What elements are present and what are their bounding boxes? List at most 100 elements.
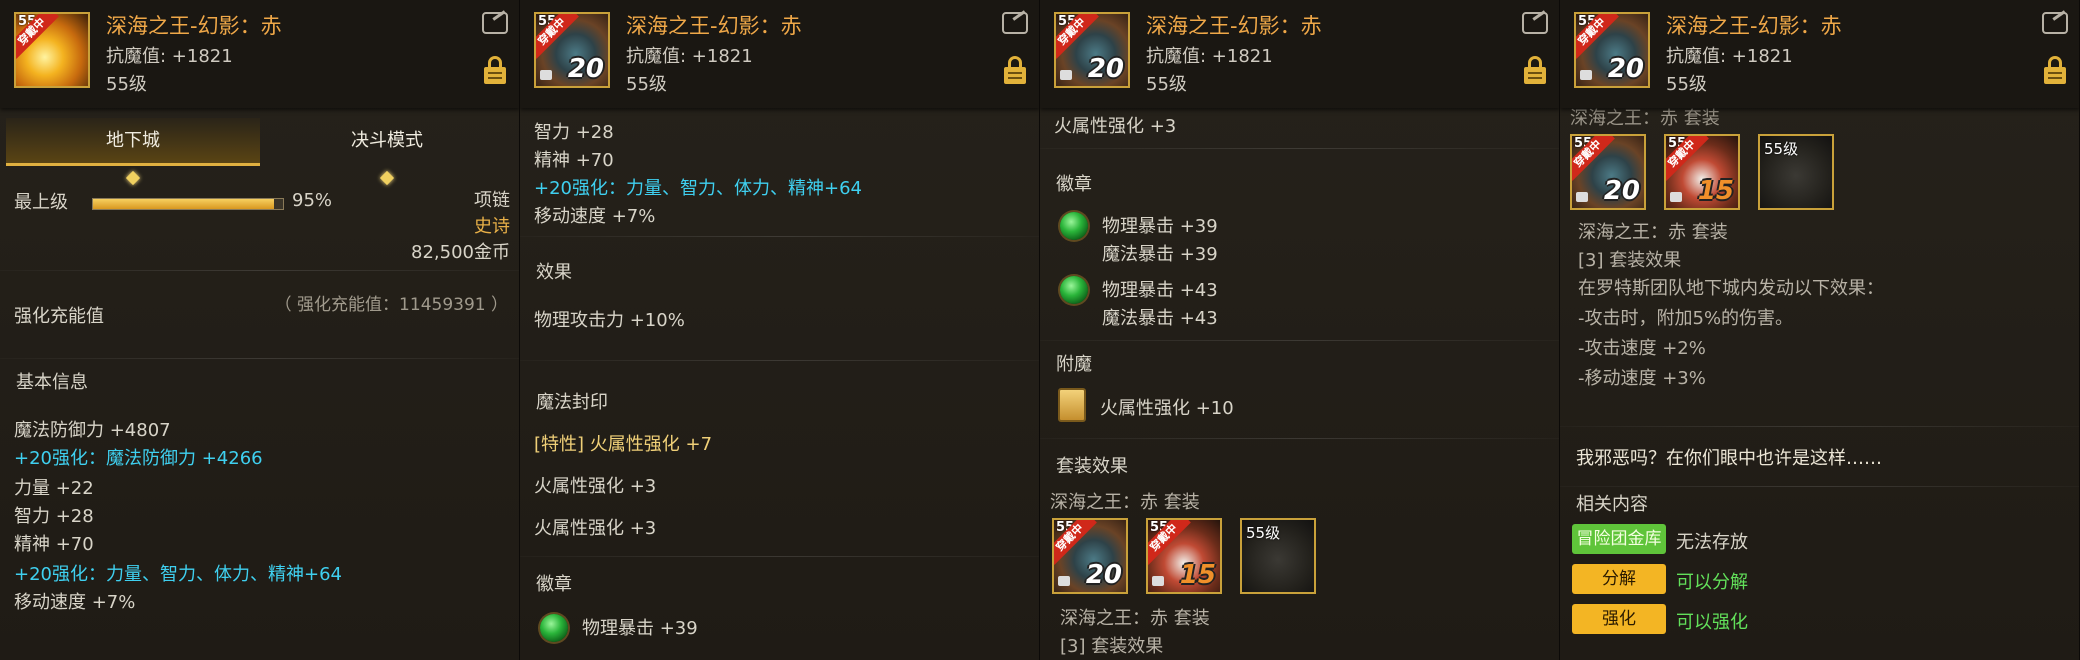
item-lock-icon	[1580, 70, 1592, 80]
card-icon	[1058, 388, 1086, 422]
item-header: 55 穿戴中 20 深海之王-幻影：赤 抗魔值: +1821 55级	[1560, 0, 2079, 108]
divider	[0, 358, 519, 359]
set-slot-item[interactable]: 55级	[1758, 134, 1834, 210]
basic-info-title: 基本信息	[16, 372, 88, 393]
divider	[1560, 486, 2079, 487]
grade-progress-bar	[92, 198, 284, 210]
guild-vault-text: 无法存放	[1676, 532, 1748, 553]
stat-line: +20强化：力量、智力、体力、精神+64	[14, 564, 342, 585]
divider	[1040, 148, 1559, 149]
panel-4: 55 穿戴中 20 深海之王-幻影：赤 抗魔值: +1821 55级 深海之王：…	[1560, 0, 2080, 660]
divider	[0, 270, 519, 271]
item-level: 55级	[106, 74, 147, 95]
set-effect-line: -攻击速度 +2%	[1578, 338, 1706, 359]
set-slot-item[interactable]: 55 穿戴中 20	[1052, 518, 1128, 594]
tab-marker-icon	[379, 170, 395, 186]
item-header: 55 穿戴中 深海之王-幻影：赤 抗魔值: +1821 55级	[0, 0, 519, 108]
reinforce-tag[interactable]: 强化	[1572, 604, 1666, 634]
reinforce-level: 15	[1697, 176, 1734, 206]
item-icon[interactable]: 55 穿戴中 20	[1054, 12, 1130, 88]
lock-icon[interactable]	[1524, 56, 1546, 84]
set-slot-item[interactable]: 55级	[1240, 518, 1316, 594]
emblem-title: 徽章	[1056, 174, 1092, 195]
effect-title: 效果	[536, 262, 572, 283]
grade-progress-fill	[93, 199, 274, 209]
reinforce-text: 可以强化	[1676, 612, 1748, 633]
reinforce-level: 15	[1179, 560, 1216, 590]
item-title: 深海之王-幻影：赤	[626, 14, 802, 38]
stat-line: 移动速度 +7%	[14, 592, 136, 613]
charge-title: 强化充能值	[14, 306, 104, 327]
reinforce-level: 20	[1607, 54, 1644, 84]
anti-magic-value: 抗魔值: +1821	[626, 46, 753, 67]
grade-percent: 95%	[292, 190, 333, 211]
enchant-title: 附魔	[1056, 354, 1092, 375]
seal-line: 火属性强化 +3	[534, 476, 657, 497]
item-level: 55级	[626, 74, 667, 95]
emblem-line: 魔法暴击 +39	[1102, 244, 1218, 265]
disassemble-text: 可以分解	[1676, 572, 1748, 593]
seal-line: 火属性强化 +3	[534, 518, 657, 539]
lock-icon[interactable]	[2044, 56, 2066, 84]
enchant-line: 火属性强化 +10	[1100, 398, 1234, 419]
item-lock-icon	[1152, 576, 1164, 586]
stat-line: +20强化：力量、智力、体力、精神+64	[534, 178, 862, 199]
item-header: 55 穿戴中 20 深海之王-幻影：赤 抗魔值: +1821 55级	[520, 0, 1039, 108]
gem-icon	[1060, 276, 1088, 304]
set-name: 深海之王：赤 套装	[1578, 222, 1728, 243]
share-icon[interactable]	[482, 12, 508, 34]
slot-type: 项链	[474, 190, 510, 211]
tab-dungeon[interactable]: 地下城	[6, 118, 260, 166]
divider	[1040, 340, 1559, 341]
guild-vault-tag: 冒险团金库	[1572, 524, 1666, 554]
item-lock-icon	[1670, 192, 1682, 202]
divider	[520, 236, 1039, 237]
reinforce-level: 20	[1087, 54, 1124, 84]
item-icon[interactable]: 55 穿戴中 20	[1574, 12, 1650, 88]
stat-line: 精神 +70	[534, 150, 614, 171]
gem-icon	[540, 614, 568, 642]
set-title: 套装效果	[1056, 456, 1128, 477]
item-title: 深海之王-幻影：赤	[1666, 14, 1842, 38]
anti-magic-value: 抗魔值: +1821	[1146, 46, 1273, 67]
set-slot-item[interactable]: 55 穿戴中 15	[1664, 134, 1740, 210]
lock-icon[interactable]	[1004, 56, 1026, 84]
lock-icon[interactable]	[484, 56, 506, 84]
set-effect-line: -移动速度 +3%	[1578, 368, 1706, 389]
item-icon[interactable]: 55 穿戴中 20	[534, 12, 610, 88]
item-title: 深海之王-幻影：赤	[106, 14, 282, 38]
mode-tabs: 地下城 决斗模式	[6, 118, 514, 186]
anti-magic-value: 抗魔值: +1821	[106, 46, 233, 67]
reinforce-level: 20	[567, 54, 604, 84]
stat-line: 精神 +70	[14, 534, 94, 555]
effect-line: 物理攻击力 +10%	[534, 310, 685, 331]
grade-label: 最上级	[14, 192, 68, 213]
related-title: 相关内容	[1576, 494, 1648, 515]
item-level: 55级	[1666, 74, 1707, 95]
share-icon[interactable]	[1002, 12, 1028, 34]
seal-line: 火属性强化 +3	[1054, 116, 1177, 137]
disassemble-tag[interactable]: 分解	[1572, 564, 1666, 594]
stat-line: 力量 +22	[14, 478, 94, 499]
tab-marker-icon	[125, 170, 141, 186]
item-header: 55 穿戴中 20 深海之王-幻影：赤 抗魔值: +1821 55级	[1040, 0, 1559, 108]
seal-line: [特性] 火属性强化 +7	[534, 434, 713, 455]
set-slot-item[interactable]: 55 穿戴中 20	[1570, 134, 1646, 210]
panel-1: 55 穿戴中 深海之王-幻影：赤 抗魔值: +1821 55级 地下城 决斗模式…	[0, 0, 520, 660]
item-icon[interactable]: 55 穿戴中	[14, 12, 90, 88]
set-effect-title: [3] 套装效果	[1578, 250, 1682, 271]
flavor-text: 我邪恶吗？在你们眼中也许是这样……	[1576, 448, 1882, 469]
set-name: 深海之王：赤 套装	[1060, 608, 1210, 629]
item-lock-icon	[1060, 70, 1072, 80]
set-effect-title: [3] 套装效果	[1060, 636, 1164, 657]
tab-duel[interactable]: 决斗模式	[260, 118, 514, 166]
seal-title: 魔法封印	[536, 392, 608, 413]
emblem-line: 物理暴击 +43	[1102, 280, 1218, 301]
stat-line: 魔法防御力 +4807	[14, 420, 171, 441]
set-slot-item[interactable]: 55 穿戴中 15	[1146, 518, 1222, 594]
share-icon[interactable]	[1522, 12, 1548, 34]
set-effect-line: -攻击时，附加5%的伤害。	[1578, 308, 1794, 329]
gem-icon	[1060, 212, 1088, 240]
share-icon[interactable]	[2042, 12, 2068, 34]
divider	[520, 360, 1039, 361]
